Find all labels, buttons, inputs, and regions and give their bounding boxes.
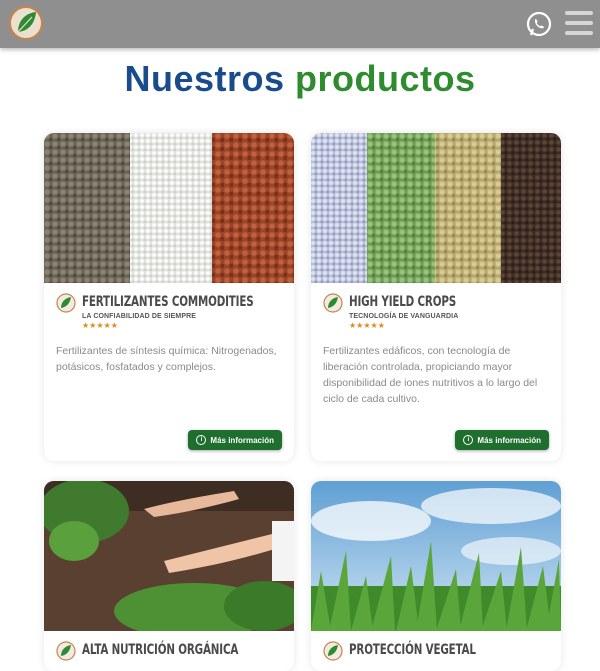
product-image-soil-hands — [44, 481, 294, 631]
more-info-button[interactable]: i Más información — [455, 430, 549, 450]
more-info-label: Más información — [210, 435, 274, 445]
leaf-icon — [323, 641, 343, 661]
product-description: Fertilizantes edáficos, con tecnología d… — [323, 345, 538, 405]
product-header: FERTILIZANTES COMMODITIES LA CONFIABILID… — [56, 293, 286, 333]
rating-stars: ★★★★★ — [82, 321, 118, 330]
leaf-icon — [56, 293, 76, 313]
rating-stars: ★★★★★ — [349, 321, 385, 330]
product-name: PROTECCIÓN VEGETAL — [349, 642, 476, 658]
product-description: Fertilizantes de síntesis química: Nitro… — [56, 345, 277, 373]
section-title-part1: Nuestros — [124, 58, 285, 99]
hamburger-menu-icon[interactable] — [565, 11, 593, 37]
product-image-colored-granules — [311, 133, 561, 283]
product-name: HIGH YIELD CROPS — [349, 294, 457, 310]
whatsapp-icon[interactable] — [526, 11, 552, 37]
product-image-corn-field — [311, 481, 561, 631]
product-header: ALTA NUTRICIÓN ORGÁNICA — [56, 641, 286, 671]
top-navbar — [0, 0, 600, 48]
product-header: PROTECCIÓN VEGETAL — [323, 641, 553, 671]
product-tagline: TECNOLOGÍA DE VANGUARDIA — [349, 313, 459, 320]
section-title: Nuestros productos — [0, 58, 600, 100]
leaf-icon — [56, 641, 76, 661]
product-header: HIGH YIELD CROPS TECNOLOGÍA DE VANGUARDI… — [323, 293, 553, 333]
leaf-logo-icon[interactable] — [8, 5, 44, 41]
info-icon: i — [463, 435, 474, 445]
product-name: FERTILIZANTES COMMODITIES — [82, 294, 254, 310]
more-info-button[interactable]: i Más información — [188, 430, 282, 450]
product-card-organic: ALTA NUTRICIÓN ORGÁNICA — [44, 481, 294, 671]
product-card-high-yield: HIGH YIELD CROPS TECNOLOGÍA DE VANGUARDI… — [311, 133, 561, 461]
product-image-granules — [44, 133, 294, 283]
product-tagline: LA CONFIABILIDAD DE SIEMPRE — [82, 313, 197, 320]
info-icon: i — [196, 435, 207, 445]
leaf-icon — [323, 293, 343, 313]
product-card-protection: PROTECCIÓN VEGETAL — [311, 481, 561, 671]
product-name: ALTA NUTRICIÓN ORGÁNICA — [82, 642, 239, 658]
more-info-label: Más información — [477, 435, 541, 445]
section-title-part2: productos — [295, 58, 476, 99]
product-card-commodities: FERTILIZANTES COMMODITIES LA CONFIABILID… — [44, 133, 294, 461]
